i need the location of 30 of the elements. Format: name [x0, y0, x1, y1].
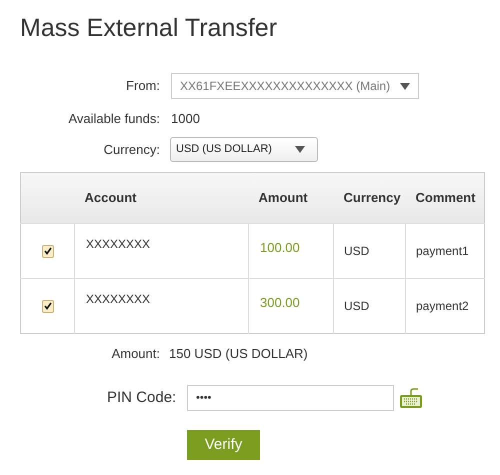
column-header: Amount [248, 172, 334, 224]
keyboard-icon[interactable] [399, 386, 423, 410]
table-cell: USD [344, 244, 370, 258]
currency-label: Currency: [102, 140, 160, 159]
table-cell: XXXXXXXX [86, 292, 150, 306]
table-cell: payment1 [416, 244, 469, 258]
row-checkbox[interactable] [42, 300, 54, 312]
amount-label: Amount: [110, 345, 160, 363]
table-cell: 300.00 [260, 295, 300, 310]
column-header: Account [74, 172, 248, 224]
table-cell: XXXXXXXX [86, 237, 150, 251]
caret-icon [295, 146, 305, 153]
column-header: Currency [334, 172, 406, 224]
pin-label: PIN Code: [107, 388, 178, 408]
table-cell: USD [344, 299, 370, 314]
amount-value: 150 USD (US DOLLAR) [169, 345, 308, 363]
caret-icon [400, 82, 410, 90]
check-icon [44, 302, 52, 310]
check-icon [44, 247, 52, 255]
table-cell: payment2 [416, 299, 469, 314]
pin-field[interactable]: •••• [187, 385, 394, 411]
from-label: From: [125, 77, 160, 96]
column-header: Comment [406, 172, 484, 224]
row-checkbox[interactable] [42, 244, 54, 258]
available-funds-value: 1000 [171, 110, 200, 128]
available-funds-label: Available funds: [67, 110, 160, 128]
page-title: Mass External Transfer [20, 13, 278, 44]
table-cell: 100.00 [260, 240, 300, 256]
from-select[interactable]: XX61FXEEXXXXXXXXXXXXXX (Main) [171, 73, 419, 99]
currency-select[interactable]: USD (US DOLLAR) [170, 137, 318, 162]
